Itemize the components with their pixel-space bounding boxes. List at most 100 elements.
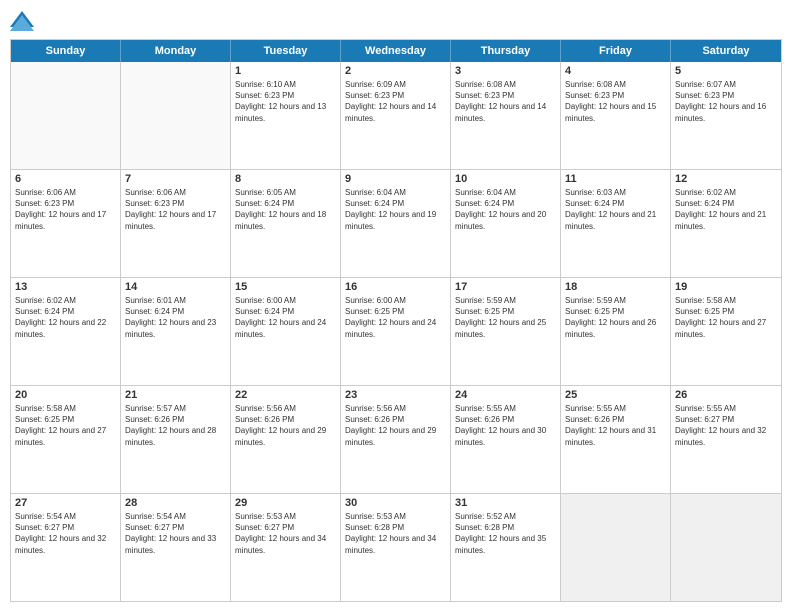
cell-text: Sunrise: 5:54 AM Sunset: 6:27 PM Dayligh… xyxy=(125,511,226,556)
cell-text: Sunrise: 5:59 AM Sunset: 6:25 PM Dayligh… xyxy=(455,295,556,340)
day-number: 30 xyxy=(345,497,446,509)
day-number: 17 xyxy=(455,281,556,293)
cal-cell xyxy=(11,62,121,169)
cell-text: Sunrise: 6:09 AM Sunset: 6:23 PM Dayligh… xyxy=(345,79,446,124)
day-number: 20 xyxy=(15,389,116,401)
cal-cell: 21Sunrise: 5:57 AM Sunset: 6:26 PM Dayli… xyxy=(121,386,231,493)
cal-cell xyxy=(671,494,781,601)
cell-text: Sunrise: 5:55 AM Sunset: 6:26 PM Dayligh… xyxy=(565,403,666,448)
header-day-thursday: Thursday xyxy=(451,40,561,62)
cell-text: Sunrise: 6:01 AM Sunset: 6:24 PM Dayligh… xyxy=(125,295,226,340)
cal-cell: 13 Sunrise: 6:02 AM Sunset: 6:24 PM Dayli… xyxy=(11,278,121,385)
cal-cell: 11Sunrise: 6:03 AM Sunset: 6:24 PM Dayli… xyxy=(561,170,671,277)
day-number: 1 xyxy=(235,65,336,77)
cell-text: Sunrise: 5:52 AM Sunset: 6:28 PM Dayligh… xyxy=(455,511,556,556)
cell-text: Sunrise: 5:53 AM Sunset: 6:28 PM Dayligh… xyxy=(345,511,446,556)
cell-text: Sunrise: 6:10 AM Sunset: 6:23 PM Dayligh… xyxy=(235,79,336,124)
header-day-saturday: Saturday xyxy=(671,40,781,62)
cal-cell: 26Sunrise: 5:55 AM Sunset: 6:27 PM Dayli… xyxy=(671,386,781,493)
day-number: 22 xyxy=(235,389,336,401)
cal-cell xyxy=(561,494,671,601)
cell-text: Sunrise: 5:58 AM Sunset: 6:25 PM Dayligh… xyxy=(15,403,116,448)
day-number: 10 xyxy=(455,173,556,185)
cal-cell: 17 Sunrise: 5:59 AM Sunset: 6:25 PM Dayli… xyxy=(451,278,561,385)
cell-text: Sunrise: 6:05 AM Sunset: 6:24 PM Dayligh… xyxy=(235,187,336,232)
cal-week-3: 20 Sunrise: 5:58 AM Sunset: 6:25 PM Dayli… xyxy=(11,386,781,494)
cal-cell: 14 Sunrise: 6:01 AM Sunset: 6:24 PM Dayli… xyxy=(121,278,231,385)
day-number: 7 xyxy=(125,173,226,185)
day-number: 14 xyxy=(125,281,226,293)
cell-text: Sunrise: 6:03 AM Sunset: 6:24 PM Dayligh… xyxy=(565,187,666,232)
cell-text: Sunrise: 6:04 AM Sunset: 6:24 PM Dayligh… xyxy=(455,187,556,232)
cal-week-0: 1 Sunrise: 6:10 AM Sunset: 6:23 PM Daylig… xyxy=(11,62,781,170)
cell-text: Sunrise: 5:54 AM Sunset: 6:27 PM Dayligh… xyxy=(15,511,116,556)
cal-cell: 16Sunrise: 6:00 AM Sunset: 6:25 PM Dayli… xyxy=(341,278,451,385)
cell-text: Sunrise: 6:00 AM Sunset: 6:25 PM Dayligh… xyxy=(345,295,446,340)
cell-text: Sunrise: 6:02 AM Sunset: 6:24 PM Dayligh… xyxy=(675,187,777,232)
cell-text: Sunrise: 5:56 AM Sunset: 6:26 PM Dayligh… xyxy=(345,403,446,448)
day-number: 4 xyxy=(565,65,666,77)
cell-text: Sunrise: 6:04 AM Sunset: 6:24 PM Dayligh… xyxy=(345,187,446,232)
calendar-body: 1 Sunrise: 6:10 AM Sunset: 6:23 PM Daylig… xyxy=(11,62,781,601)
header-day-sunday: Sunday xyxy=(11,40,121,62)
calendar: SundayMondayTuesdayWednesdayThursdayFrid… xyxy=(10,39,782,602)
calendar-header: SundayMondayTuesdayWednesdayThursdayFrid… xyxy=(11,40,781,62)
day-number: 8 xyxy=(235,173,336,185)
cal-cell: 4 Sunrise: 6:08 AM Sunset: 6:23 PM Daylig… xyxy=(561,62,671,169)
cell-text: Sunrise: 5:55 AM Sunset: 6:27 PM Dayligh… xyxy=(675,403,777,448)
header xyxy=(10,10,782,31)
cal-cell: 12 Sunrise: 6:02 AM Sunset: 6:24 PM Dayli… xyxy=(671,170,781,277)
cal-cell: 9 Sunrise: 6:04 AM Sunset: 6:24 PM Daylig… xyxy=(341,170,451,277)
header-day-friday: Friday xyxy=(561,40,671,62)
cal-cell: 25 Sunrise: 5:55 AM Sunset: 6:26 PM Dayli… xyxy=(561,386,671,493)
cal-cell xyxy=(121,62,231,169)
cal-cell: 30 Sunrise: 5:53 AM Sunset: 6:28 PM Dayli… xyxy=(341,494,451,601)
header-day-monday: Monday xyxy=(121,40,231,62)
cal-week-4: 27 Sunrise: 5:54 AM Sunset: 6:27 PM Dayli… xyxy=(11,494,781,601)
cal-cell: 24Sunrise: 5:55 AM Sunset: 6:26 PM Dayli… xyxy=(451,386,561,493)
cell-text: Sunrise: 6:07 AM Sunset: 6:23 PM Dayligh… xyxy=(675,79,777,124)
cal-cell: 23Sunrise: 5:56 AM Sunset: 6:26 PM Dayli… xyxy=(341,386,451,493)
cell-text: Sunrise: 5:59 AM Sunset: 6:25 PM Dayligh… xyxy=(565,295,666,340)
cell-text: Sunrise: 5:58 AM Sunset: 6:25 PM Dayligh… xyxy=(675,295,777,340)
day-number: 19 xyxy=(675,281,777,293)
day-number: 18 xyxy=(565,281,666,293)
cal-cell: 7 Sunrise: 6:06 AM Sunset: 6:23 PM Daylig… xyxy=(121,170,231,277)
cell-text: Sunrise: 6:08 AM Sunset: 6:23 PM Dayligh… xyxy=(565,79,666,124)
cal-cell: 31 Sunrise: 5:52 AM Sunset: 6:28 PM Dayli… xyxy=(451,494,561,601)
cell-text: Sunrise: 6:00 AM Sunset: 6:24 PM Dayligh… xyxy=(235,295,336,340)
cell-text: Sunrise: 6:06 AM Sunset: 6:23 PM Dayligh… xyxy=(125,187,226,232)
day-number: 3 xyxy=(455,65,556,77)
cal-cell: 1 Sunrise: 6:10 AM Sunset: 6:23 PM Daylig… xyxy=(231,62,341,169)
cal-cell: 2 Sunrise: 6:09 AM Sunset: 6:23 PM Daylig… xyxy=(341,62,451,169)
cal-cell: 19 Sunrise: 5:58 AM Sunset: 6:25 PM Dayli… xyxy=(671,278,781,385)
day-number: 12 xyxy=(675,173,777,185)
cal-cell: 3 Sunrise: 6:08 AM Sunset: 6:23 PM Daylig… xyxy=(451,62,561,169)
cal-cell: 29Sunrise: 5:53 AM Sunset: 6:27 PM Dayli… xyxy=(231,494,341,601)
cal-cell: 20 Sunrise: 5:58 AM Sunset: 6:25 PM Dayli… xyxy=(11,386,121,493)
header-day-wednesday: Wednesday xyxy=(341,40,451,62)
calendar-page: SundayMondayTuesdayWednesdayThursdayFrid… xyxy=(0,0,792,612)
day-number: 21 xyxy=(125,389,226,401)
day-number: 13 xyxy=(15,281,116,293)
day-number: 9 xyxy=(345,173,446,185)
logo xyxy=(10,10,38,31)
day-number: 28 xyxy=(125,497,226,509)
cal-cell: 28 Sunrise: 5:54 AM Sunset: 6:27 PM Dayli… xyxy=(121,494,231,601)
header-day-tuesday: Tuesday xyxy=(231,40,341,62)
cal-week-1: 6 Sunrise: 6:06 AM Sunset: 6:23 PM Daylig… xyxy=(11,170,781,278)
cell-text: Sunrise: 6:08 AM Sunset: 6:23 PM Dayligh… xyxy=(455,79,556,124)
cell-text: Sunrise: 6:02 AM Sunset: 6:24 PM Dayligh… xyxy=(15,295,116,340)
cell-text: Sunrise: 5:53 AM Sunset: 6:27 PM Dayligh… xyxy=(235,511,336,556)
day-number: 25 xyxy=(565,389,666,401)
day-number: 6 xyxy=(15,173,116,185)
day-number: 2 xyxy=(345,65,446,77)
day-number: 15 xyxy=(235,281,336,293)
day-number: 5 xyxy=(675,65,777,77)
cal-cell: 6Sunrise: 6:06 AM Sunset: 6:23 PM Daylig… xyxy=(11,170,121,277)
day-number: 24 xyxy=(455,389,556,401)
cal-cell: 5 Sunrise: 6:07 AM Sunset: 6:23 PM Daylig… xyxy=(671,62,781,169)
day-number: 31 xyxy=(455,497,556,509)
day-number: 27 xyxy=(15,497,116,509)
cell-text: Sunrise: 5:56 AM Sunset: 6:26 PM Dayligh… xyxy=(235,403,336,448)
